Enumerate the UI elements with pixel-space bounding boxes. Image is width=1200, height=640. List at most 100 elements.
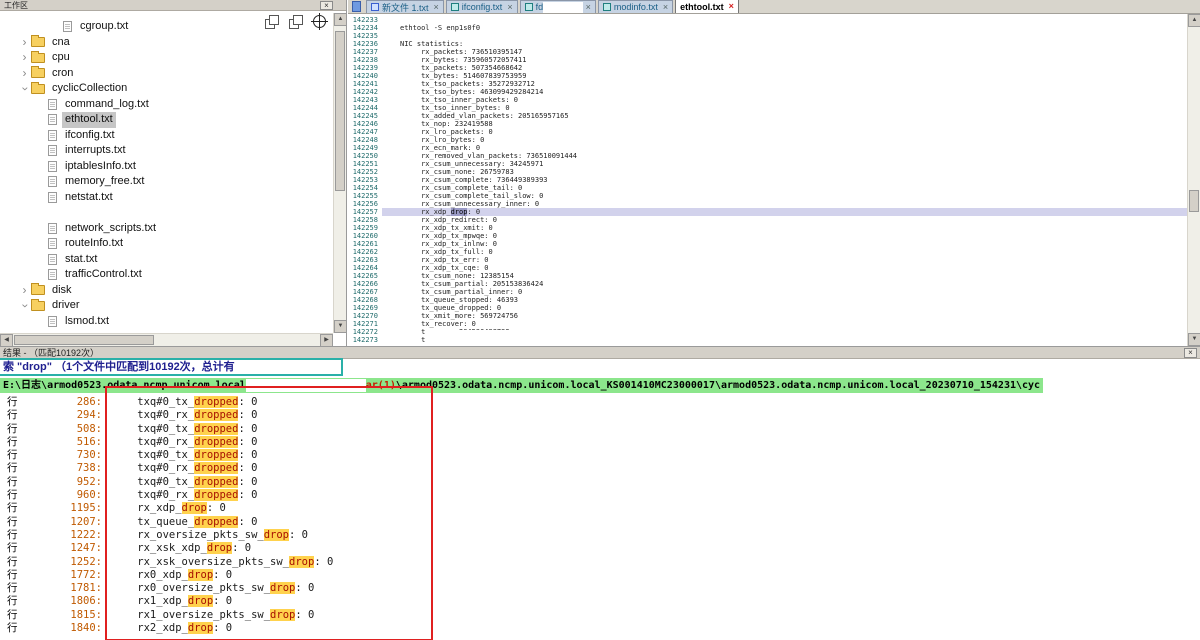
tab-close-icon[interactable]: ×: [729, 2, 734, 11]
tree-item-command_log.txt[interactable]: command_log.txt: [0, 97, 333, 113]
line-text: rx_xdp_tx_full: 0: [382, 248, 1187, 256]
result-line-number: 738:: [26, 462, 102, 475]
tree-item-trafficControl.txt[interactable]: trafficControl.txt: [0, 267, 333, 283]
scroll-up-icon[interactable]: ▲: [334, 13, 347, 26]
tree-item-cpu[interactable]: ›cpu: [0, 50, 333, 66]
scroll-down-icon[interactable]: ▼: [334, 320, 347, 333]
result-row[interactable]: 行286: txq#0_tx_dropped: 0: [0, 396, 1200, 409]
editor-line: 142240 tx_bytes: 514607839753959: [348, 72, 1187, 80]
tab-close-icon[interactable]: ×: [663, 3, 668, 12]
collapse-arrow-icon[interactable]: ›: [17, 83, 33, 94]
close-icon[interactable]: ×: [320, 1, 333, 10]
result-line-number: 1247:: [26, 542, 102, 555]
tree-item-network_scripts.txt[interactable]: network_scripts.txt: [0, 221, 333, 237]
tab-close-icon[interactable]: ×: [507, 3, 512, 12]
expand-arrow-icon[interactable]: ›: [19, 283, 30, 299]
matched-word: dropped: [194, 489, 238, 501]
editor-line: 142251 rx_csum_unnecessary: 34245971: [348, 160, 1187, 168]
tab-label: ifconfig.txt: [462, 2, 503, 12]
result-row[interactable]: 行1840: rx2_xdp_drop: 0: [0, 622, 1200, 635]
line-text: [382, 32, 1187, 40]
line-number: 142241: [348, 80, 382, 88]
result-line-number: 952:: [26, 476, 102, 489]
line-text: tx_queue_stopped: 46393: [382, 296, 1187, 304]
result-file-path[interactable]: E:\日志\armod0523.odata.ncmp.unicom.locala…: [0, 378, 1043, 393]
result-row[interactable]: 行738: txq#0_rx_dropped: 0: [0, 462, 1200, 475]
tree-horizontal-scrollbar[interactable]: ◀ ▶: [0, 333, 333, 346]
tree-item-disk[interactable]: ›disk: [0, 283, 333, 299]
editor-line: 142244 tx_tso_inner_bytes: 0: [348, 104, 1187, 112]
result-row-label: 行: [0, 476, 26, 489]
line-number: 142236: [348, 40, 382, 48]
scroll-up-icon[interactable]: ▲: [1188, 14, 1200, 27]
tree-item-lsmod.txt[interactable]: lsmod.txt: [0, 314, 333, 330]
result-row[interactable]: 行1806: rx1_xdp_drop: 0: [0, 595, 1200, 608]
tree-vertical-scrollbar[interactable]: ▲ ▼: [333, 13, 346, 333]
editor-line: 142253 rx_csum_complete: 736449389393: [348, 176, 1187, 184]
tree-item-stat.txt[interactable]: stat.txt: [0, 252, 333, 268]
tree-hscroll-thumb[interactable]: [14, 335, 154, 345]
editor-line: 142269 tx_queue_dropped: 0: [348, 304, 1187, 312]
result-row-label: 行: [0, 556, 26, 569]
file-icon: [48, 223, 57, 234]
result-row[interactable]: 行952: txq#0_tx_dropped: 0: [0, 476, 1200, 489]
result-row[interactable]: 行1207: tx_queue_dropped: 0: [0, 516, 1200, 529]
editor-lines[interactable]: 142233142234ethtool -S enp1s0f0142235142…: [348, 14, 1187, 346]
result-row[interactable]: 行508: txq#0_tx_dropped: 0: [0, 423, 1200, 436]
expand-arrow-icon[interactable]: ›: [19, 50, 30, 66]
tree-item-ethtool.txt[interactable]: ethtool.txt: [0, 112, 333, 128]
tree-item-cron[interactable]: ›cron: [0, 66, 333, 82]
tab-close-icon[interactable]: ×: [586, 3, 591, 12]
tree-item-netstat.txt[interactable]: netstat.txt: [0, 190, 333, 206]
tree-item-cyclicCollection[interactable]: ›cyclicCollection: [0, 81, 333, 97]
expand-arrow-icon[interactable]: ›: [19, 35, 30, 51]
editor-scroll-thumb[interactable]: [1189, 190, 1199, 212]
tree-item-routeInfo.txt[interactable]: routeInfo.txt: [0, 236, 333, 252]
tab-新文件 1.txt[interactable]: 新文件 1.txt×: [366, 0, 444, 13]
result-row[interactable]: 行1815: rx1_oversize_pkts_sw_drop: 0: [0, 609, 1200, 622]
tree-item-label: iptablesInfo.txt: [62, 159, 139, 175]
result-row[interactable]: 行294: txq#0_rx_dropped: 0: [0, 409, 1200, 422]
tree-item-driver[interactable]: ›driver: [0, 298, 333, 314]
tree-item-label: ifconfig.txt: [62, 128, 118, 144]
scroll-down-icon[interactable]: ▼: [1188, 333, 1200, 346]
line-number: 142266: [348, 280, 382, 288]
tab-modinfo.txt[interactable]: modinfo.txt×: [598, 0, 673, 13]
tab-close-icon[interactable]: ×: [434, 3, 439, 12]
tree-item-cna[interactable]: ›cna: [0, 35, 333, 51]
result-text: rx1_xdp_drop: 0: [112, 595, 232, 608]
result-row[interactable]: 行1247: rx_xsk_xdp_drop: 0: [0, 542, 1200, 555]
result-row[interactable]: 行1772: rx0_xdp_drop: 0: [0, 569, 1200, 582]
locate-current-file-icon[interactable]: [313, 15, 326, 28]
result-row[interactable]: 行730: txq#0_tx_dropped: 0: [0, 449, 1200, 462]
tree-scroll-thumb[interactable]: [335, 31, 345, 191]
result-row[interactable]: 行1781: rx0_oversize_pkts_sw_drop: 0: [0, 582, 1200, 595]
result-row[interactable]: 行1252: rx_xsk_oversize_pkts_sw_drop: 0: [0, 556, 1200, 569]
tree-item-memory_free.txt[interactable]: memory_free.txt: [0, 174, 333, 190]
matched-word: dropped: [194, 462, 238, 474]
line-text: rx_xdp_tx_mpwqe: 0: [382, 232, 1187, 240]
line-text: rx_csum_complete_tail: 0: [382, 184, 1187, 192]
close-icon[interactable]: ×: [1184, 348, 1197, 358]
editor-vertical-scrollbar[interactable]: ▲ ▼: [1187, 14, 1200, 346]
tree-item-iptablesInfo.txt[interactable]: iptablesInfo.txt: [0, 159, 333, 175]
collapse-windows-icon[interactable]: [265, 15, 278, 28]
result-row[interactable]: 行516: txq#0_rx_dropped: 0: [0, 436, 1200, 449]
collapse-arrow-icon[interactable]: ›: [17, 300, 33, 311]
tab-ethtool.txt[interactable]: ethtool.txt×: [675, 0, 739, 13]
line-number: 142270: [348, 312, 382, 320]
cascade-windows-icon[interactable]: [289, 15, 302, 28]
tree-item-interrupts.txt[interactable]: interrupts.txt: [0, 143, 333, 159]
result-row[interactable]: 行960: txq#0_rx_dropped: 0: [0, 489, 1200, 502]
tab-fdm_output[interactable]: fdm_output×: [520, 0, 596, 13]
expand-arrow-icon[interactable]: ›: [19, 66, 30, 82]
line-number: 142265: [348, 272, 382, 280]
result-row[interactable]: 行1222: rx_oversize_pkts_sw_drop: 0: [0, 529, 1200, 542]
result-line-number: 294:: [26, 409, 102, 422]
editor-line: 142247 rx_lro_packets: 0: [348, 128, 1187, 136]
result-row[interactable]: 行1195: rx_xdp_drop: 0: [0, 502, 1200, 515]
tree-item-ifconfig.txt[interactable]: ifconfig.txt: [0, 128, 333, 144]
file-type-icon: [525, 3, 533, 11]
result-line-number: 286:: [26, 396, 102, 409]
tab-ifconfig.txt[interactable]: ifconfig.txt ×: [446, 0, 518, 13]
